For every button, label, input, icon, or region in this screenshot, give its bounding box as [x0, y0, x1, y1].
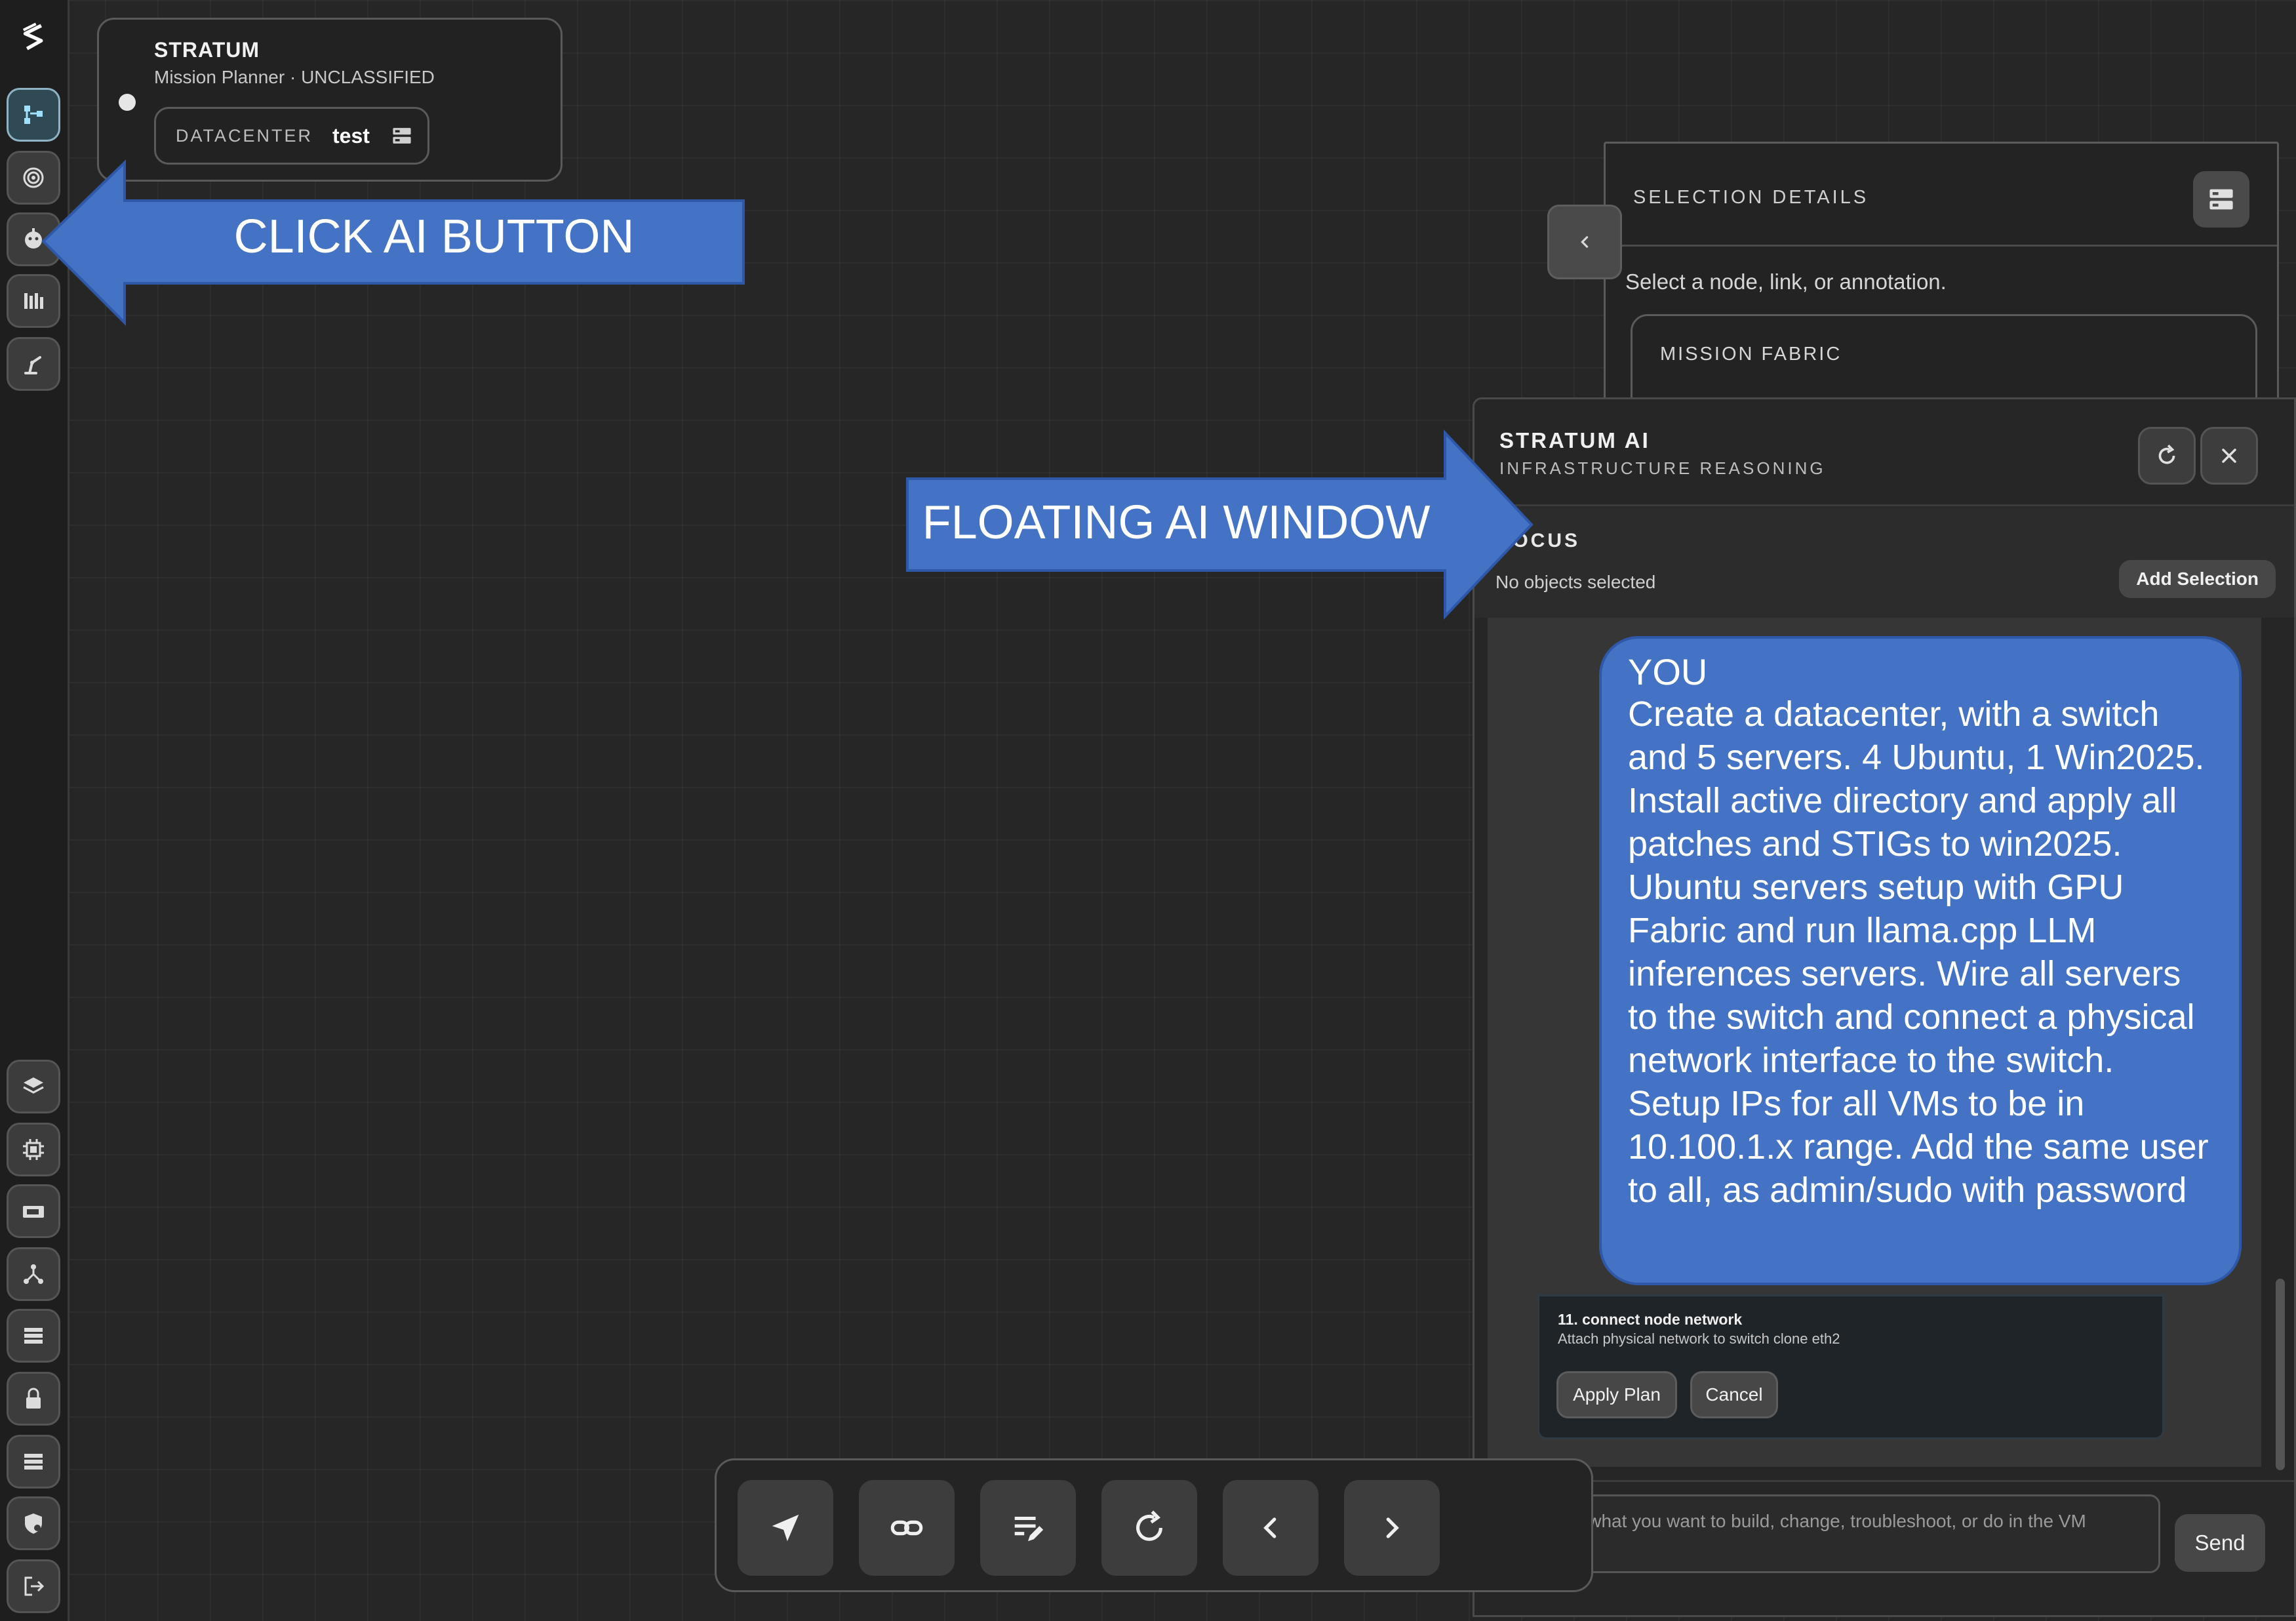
user-message-bubble: YOU Create a datacenter, with a switch a… [1599, 636, 2242, 1285]
inventory-icon [24, 293, 43, 309]
toolbar-edit-button[interactable] [980, 1480, 1076, 1576]
datacenter-value: test [332, 123, 370, 148]
refresh-icon [1136, 1510, 1162, 1541]
list-button-2[interactable] [7, 1435, 60, 1489]
ai-button[interactable] [7, 212, 60, 266]
app-subtitle: Mission Planner · UNCLASSIFIED [154, 67, 435, 87]
logout-button[interactable] [7, 1559, 60, 1613]
toolbar-refresh-button[interactable] [1101, 1480, 1197, 1576]
ai-close-button[interactable] [2200, 427, 2258, 485]
toolbar-send-button[interactable] [738, 1480, 833, 1576]
server-icon [2209, 189, 2233, 210]
robot-arm-icon [24, 356, 41, 374]
topology-button[interactable] [7, 88, 60, 142]
target-button[interactable] [7, 151, 60, 205]
drive-icon [23, 1206, 44, 1218]
left-rail [0, 0, 69, 1621]
add-selection-button[interactable]: Add Selection [2119, 560, 2276, 598]
ai-window-title: STRATUM AI [1499, 428, 1650, 452]
lock-icon [26, 1388, 41, 1409]
shield-button[interactable] [7, 1496, 60, 1550]
mission-fabric-section: MISSION FABRIC [1631, 314, 2257, 410]
app-title: STRATUM [154, 38, 260, 62]
server-icon [393, 128, 411, 144]
drive-button[interactable] [7, 1184, 60, 1238]
network-button[interactable] [7, 1247, 60, 1301]
topology-icon [24, 106, 43, 124]
edit-list-icon [1014, 1516, 1044, 1542]
list-icon [24, 1328, 43, 1344]
logout-icon [24, 1576, 45, 1596]
chat-scrollbar[interactable] [2276, 1279, 2285, 1470]
divider [1606, 245, 2277, 247]
toolbar-prev-button[interactable] [1223, 1480, 1318, 1576]
divider [1475, 1480, 2294, 1482]
chat-area[interactable]: YOU Create a datacenter, with a switch a… [1488, 618, 2261, 1467]
link-icon [890, 1520, 923, 1536]
layers-button[interactable] [7, 1060, 60, 1113]
plan-card: 11. connect node network Attach physical… [1537, 1294, 2164, 1439]
shield-icon [25, 1513, 42, 1534]
stratum-logo-icon [9, 13, 59, 63]
datacenter-selector[interactable]: DATACENTER test [154, 107, 429, 165]
layers-icon [23, 1077, 44, 1094]
chevron-right-icon [1386, 1517, 1399, 1538]
focus-value: No objects selected [1495, 572, 1656, 592]
target-icon [23, 167, 44, 188]
list-icon [24, 1454, 43, 1470]
close-icon [2222, 449, 2236, 463]
toolbar-link-button[interactable] [859, 1480, 955, 1576]
ai-window: STRATUM AI INFRASTRUCTURE REASONING FOCU… [1473, 397, 2296, 1617]
list-button[interactable] [7, 1309, 60, 1363]
chevron-left-icon [1581, 236, 1589, 248]
selection-empty-message: Select a node, link, or annotation. [1625, 270, 1947, 294]
toolbar-next-button[interactable] [1344, 1480, 1440, 1576]
cpu-icon [23, 1139, 44, 1160]
send-button[interactable]: Send [2175, 1514, 2265, 1572]
focus-label: FOCUS [1498, 530, 1580, 551]
focus-bar: FOCUS No objects selected Add Selection [1475, 506, 2294, 618]
ai-bot-icon [25, 228, 42, 249]
robot-arm-button[interactable] [7, 337, 60, 391]
refresh-icon [2158, 444, 2175, 464]
apply-plan-button[interactable]: Apply Plan [1556, 1371, 1677, 1418]
ai-window-subtitle: INFRASTRUCTURE REASONING [1499, 458, 1826, 478]
selection-server-button[interactable] [2193, 171, 2249, 228]
ai-window-callout: FLOATING AI WINDOW [922, 496, 1431, 549]
network-icon [24, 1264, 43, 1284]
bottom-toolbar [715, 1458, 1593, 1592]
selection-details-title: SELECTION DETAILS [1633, 187, 1869, 208]
datacenter-label: DATACENTER [176, 125, 313, 146]
chevron-left-icon [1263, 1517, 1277, 1538]
status-dot [119, 94, 136, 111]
mission-fabric-title: MISSION FABRIC [1660, 344, 1842, 365]
inventory-button[interactable] [7, 274, 60, 328]
collapse-panel-button[interactable] [1547, 205, 1622, 279]
cpu-button[interactable] [7, 1123, 60, 1176]
lock-button[interactable] [7, 1372, 60, 1426]
plan-step-description: Attach physical network to switch clone … [1558, 1331, 1840, 1347]
ai-reset-button[interactable] [2138, 427, 2196, 485]
header-card: STRATUM Mission Planner · UNCLASSIFIED D… [97, 18, 563, 182]
cancel-plan-button[interactable]: Cancel [1690, 1371, 1778, 1418]
send-icon [772, 1514, 799, 1542]
ai-button-callout: CLICK AI BUTTON [233, 210, 635, 263]
plan-step-title: 11. connect node network [1558, 1311, 1743, 1328]
message-text: Create a datacenter, with a switch and 5… [1628, 694, 2209, 1210]
message-author: YOU [1628, 651, 1708, 692]
